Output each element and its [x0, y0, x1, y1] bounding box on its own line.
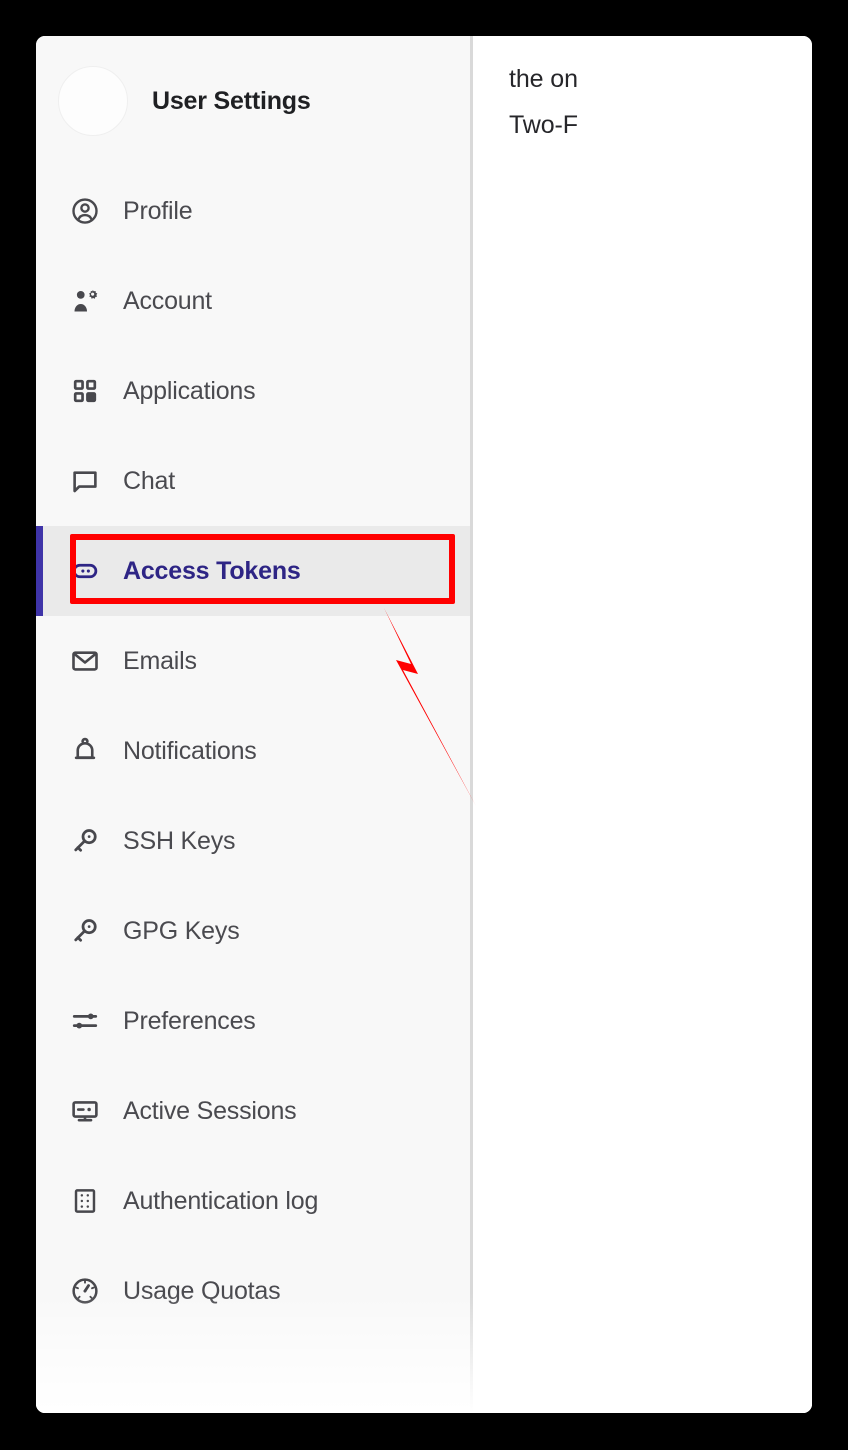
sidebar-item-usage-quotas[interactable]: Usage Quotas [36, 1246, 470, 1336]
sidebar-item-ssh-keys[interactable]: SSH Keys [36, 796, 470, 886]
sidebar-item-label: Account [123, 286, 212, 315]
page-title: User Settings [152, 86, 311, 115]
sidebar-item-account[interactable]: Account [36, 256, 470, 346]
sidebar-item-label: Chat [123, 466, 176, 495]
key-icon [68, 914, 102, 948]
sidebar-header: User Settings [36, 36, 470, 166]
sidebar-item-label: Usage Quotas [123, 1276, 281, 1305]
avatar[interactable] [58, 66, 128, 136]
bell-icon [68, 734, 102, 768]
sidebar-item-label: Applications [123, 376, 256, 405]
sidebar-item-gpg-keys[interactable]: GPG Keys [36, 886, 470, 976]
sidebar-item-authentication-log[interactable]: Authentication log [36, 1156, 470, 1246]
envelope-icon [68, 644, 102, 678]
token-pill-icon [68, 554, 102, 588]
chat-bubble-icon [68, 464, 102, 498]
screenshot-root: User Settings Profile Account Applicatio… [0, 0, 848, 1450]
monitor-icon [68, 1094, 102, 1128]
user-circle-icon [68, 194, 102, 228]
grid-list-icon [68, 1184, 102, 1218]
sidebar-item-applications[interactable]: Applications [36, 346, 470, 436]
sidebar-item-label: Active Sessions [123, 1096, 297, 1125]
clipped-text-line: Two-F [509, 111, 578, 139]
clipped-text-block: the on Two-F [509, 56, 739, 148]
grid-squares-icon [68, 374, 102, 408]
gauge-icon [68, 1274, 102, 1308]
sidebar-item-label: Access Tokens [123, 556, 301, 585]
sidebar-item-label: Emails [123, 646, 197, 675]
sidebar-item-label: Notifications [123, 736, 257, 765]
sliders-icon [68, 1004, 102, 1038]
sidebar-item-notifications[interactable]: Notifications [36, 706, 470, 796]
sidebar-item-label: Preferences [123, 1006, 256, 1035]
user-gear-icon [68, 284, 102, 318]
clipped-text-line: the on [509, 65, 578, 93]
sidebar-item-profile[interactable]: Profile [36, 166, 470, 256]
sidebar-item-chat[interactable]: Chat [36, 436, 470, 526]
sidebar-item-label: Authentication log [123, 1186, 319, 1215]
sidebar-item-label: Profile [123, 196, 193, 225]
settings-window: User Settings Profile Account Applicatio… [36, 36, 812, 1413]
sidebar-item-active-sessions[interactable]: Active Sessions [36, 1066, 470, 1156]
settings-content-pane: the on Two-F [473, 36, 812, 1413]
sidebar-item-access-tokens[interactable]: Access Tokens [36, 526, 470, 616]
sidebar-item-preferences[interactable]: Preferences [36, 976, 470, 1066]
sidebar-item-label: GPG Keys [123, 916, 240, 945]
user-settings-sidebar: User Settings Profile Account Applicatio… [36, 36, 473, 1413]
settings-nav-list: Profile Account Applications Chat Access… [36, 166, 470, 1336]
key-icon [68, 824, 102, 858]
sidebar-item-emails[interactable]: Emails [36, 616, 470, 706]
sidebar-item-label: SSH Keys [123, 826, 236, 855]
